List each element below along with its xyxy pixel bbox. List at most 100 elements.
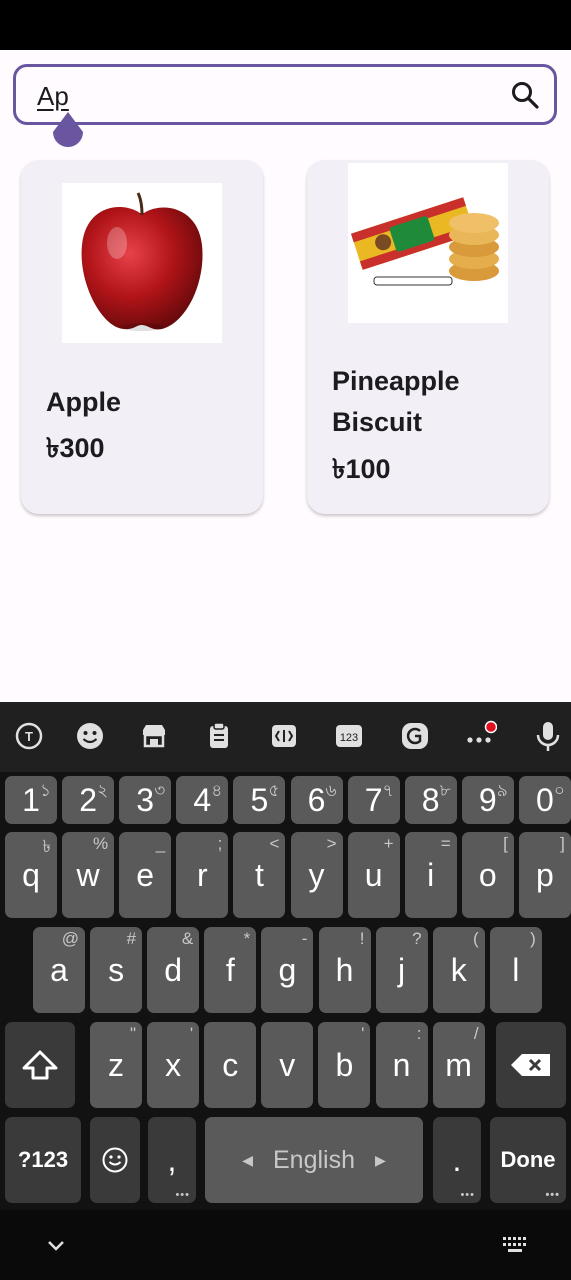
key-label: 1 — [22, 781, 40, 818]
key-3[interactable]: 3৩ — [119, 776, 172, 824]
key-n[interactable]: n: — [375, 1022, 428, 1108]
key-o[interactable]: o[ — [461, 832, 514, 918]
keyboard-switch-icon[interactable] — [500, 1234, 530, 1256]
key-5[interactable]: 5৫ — [233, 776, 286, 824]
key-label: f — [225, 951, 235, 988]
key-7[interactable]: 7৭ — [347, 776, 400, 824]
key-8[interactable]: 8৮ — [404, 776, 457, 824]
key-z[interactable]: z " — [90, 1022, 142, 1108]
key-x[interactable]: x ' — [147, 1022, 200, 1108]
period-key[interactable]: . ••• — [433, 1117, 481, 1203]
key-alt-label: ; — [217, 834, 223, 853]
key-l[interactable]: l) — [489, 927, 542, 1013]
key-alt-label: ] — [560, 834, 565, 853]
key-label: t — [254, 856, 264, 893]
numpad-icon[interactable]: 123 — [333, 720, 365, 752]
key-1[interactable]: 1১ — [5, 776, 57, 824]
translate-icon[interactable]: T — [13, 720, 45, 752]
more-keys-dots: ••• — [460, 1189, 475, 1201]
key-alt-label: ১ — [39, 781, 51, 800]
key-4[interactable]: 4৪ — [176, 776, 229, 824]
key-label: v — [279, 1046, 296, 1083]
key-alt-label: & — [181, 929, 194, 948]
key-w[interactable]: w% — [62, 832, 115, 918]
product-name: Apple — [46, 387, 122, 417]
key-q[interactable]: q ৳ — [5, 832, 57, 918]
key-e[interactable]: e _ — [119, 832, 172, 918]
key-p[interactable]: p] — [518, 832, 571, 918]
key-a[interactable]: a @ — [33, 927, 85, 1013]
key-label: 2 — [79, 781, 97, 818]
key-2[interactable]: 2২ — [62, 776, 115, 824]
product-price: ৳100 — [332, 454, 391, 484]
store-icon[interactable] — [138, 720, 170, 752]
key-m[interactable]: m / — [432, 1022, 485, 1108]
search-icon[interactable] — [510, 80, 540, 110]
key-alt-label: ৮ — [439, 781, 451, 800]
key-label: k — [450, 951, 467, 988]
key-y[interactable]: y > — [290, 832, 343, 918]
key-alt-label: ৯ — [496, 781, 508, 800]
keyboard-toolbar: T 123 — [0, 702, 571, 772]
key-i[interactable]: i = — [404, 832, 457, 918]
key-alt-label: > — [326, 834, 337, 853]
key-t[interactable]: t < — [233, 832, 286, 918]
key-alt-label: ) — [530, 929, 536, 948]
key-j[interactable]: j? — [375, 927, 428, 1013]
search-text[interactable]: Ap — [37, 81, 69, 112]
key-label: s — [108, 951, 125, 988]
shift-icon — [22, 1050, 58, 1080]
comma-key[interactable]: , ••• — [148, 1117, 196, 1203]
more-icon[interactable] — [465, 720, 498, 752]
key-alt-label: ( — [473, 929, 479, 948]
backspace-key[interactable] — [496, 1022, 566, 1108]
key-alt-label: " — [129, 1024, 136, 1043]
clipboard-icon[interactable] — [203, 720, 235, 752]
key-label: ?123 — [17, 1147, 69, 1172]
key-label: b — [335, 1046, 354, 1083]
key-alt-label: ৪ — [211, 781, 223, 800]
key-0[interactable]: 0০ — [518, 776, 571, 824]
text-edit-icon[interactable] — [268, 720, 300, 752]
key-label: j — [398, 951, 406, 988]
product-card-pineapple-biscuit[interactable]: Pineapple Biscuit ৳100 — [307, 160, 549, 514]
hide-keyboard-icon[interactable] — [44, 1235, 68, 1255]
key-alt-label: [ — [503, 834, 508, 853]
key-k[interactable]: k( — [432, 927, 485, 1013]
space-key[interactable]: ◀ English ▶ — [205, 1117, 423, 1203]
product-price: ৳300 — [46, 433, 105, 463]
key-g[interactable]: g- — [261, 927, 314, 1013]
key-label: 8 — [421, 781, 440, 818]
space-right-arrow-icon: ▶ — [375, 1151, 386, 1168]
text-cursor-handle[interactable] — [51, 112, 85, 154]
symbols-key[interactable]: ?123 — [5, 1117, 81, 1203]
shift-key[interactable] — [5, 1022, 75, 1108]
key-label: a — [50, 951, 68, 988]
key-d[interactable]: d & — [147, 927, 200, 1013]
key-r[interactable]: r; — [176, 832, 229, 918]
key-alt-label: ৩ — [154, 781, 166, 800]
key-9[interactable]: 9৯ — [461, 776, 514, 824]
key-label: 6 — [307, 781, 326, 818]
key-h[interactable]: h! — [318, 927, 371, 1013]
key-alt-label: ! — [359, 929, 365, 948]
mic-icon[interactable] — [532, 720, 564, 752]
done-key[interactable]: Done ••• — [490, 1117, 566, 1203]
key-b[interactable]: b ' — [318, 1022, 371, 1108]
key-alt-label: # — [126, 929, 137, 948]
key-label: y — [308, 856, 325, 893]
emoji-key[interactable] — [90, 1117, 140, 1203]
key-6[interactable]: 6৬ — [290, 776, 343, 824]
key-u[interactable]: u + — [347, 832, 400, 918]
search-input[interactable]: Ap — [13, 64, 557, 125]
key-label: Done — [500, 1147, 556, 1172]
sticker-icon[interactable] — [399, 720, 431, 752]
key-c[interactable]: c — [204, 1022, 257, 1108]
emoji-icon[interactable] — [74, 720, 106, 752]
key-f[interactable]: f * — [204, 927, 257, 1013]
key-v[interactable]: v — [261, 1022, 314, 1108]
status-bar — [0, 0, 571, 50]
product-card-apple[interactable]: Apple ৳300 — [21, 160, 263, 514]
key-s[interactable]: s # — [90, 927, 143, 1013]
key-alt-label: / — [473, 1024, 479, 1043]
